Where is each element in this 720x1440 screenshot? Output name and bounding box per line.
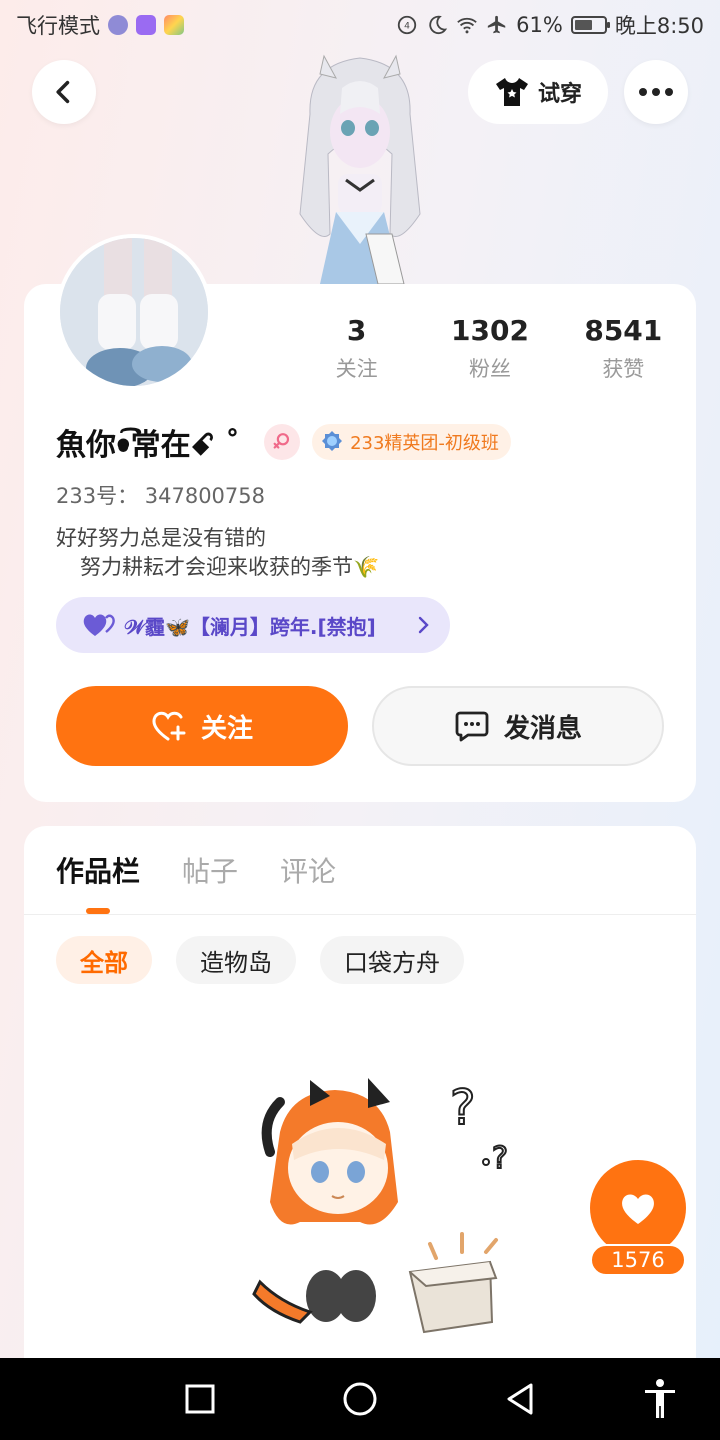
tab-comments[interactable]: 评论: [280, 826, 336, 914]
category-chips: 全部 造物岛 口袋方舟: [56, 936, 464, 984]
chevron-right-icon: [418, 616, 429, 634]
heart-icon: [622, 1194, 654, 1224]
empty-state-illustration: ? ?: [252, 1078, 509, 1334]
followers-count: 1302: [451, 314, 529, 347]
svg-text:?: ?: [450, 1080, 475, 1136]
send-message-button[interactable]: 发消息: [372, 686, 664, 766]
chat-app-icon: [136, 15, 156, 35]
stat-following[interactable]: 3 关注: [290, 314, 423, 383]
try-on-label: 试穿: [537, 82, 582, 107]
works-tabs: 作品栏 帖子 评论: [56, 826, 336, 914]
likes-received-label: 获赞: [602, 357, 645, 381]
accessibility-button[interactable]: [620, 1358, 700, 1440]
moon-icon: [429, 15, 448, 35]
try-on-button[interactable]: 试穿: [468, 60, 608, 124]
back-nav-button[interactable]: [480, 1358, 560, 1440]
battery-fill: [574, 20, 592, 30]
music-app-icon: [108, 15, 128, 35]
bio: 好好努力总是没有错的 努力耕耘才会迎来收获的季节🌾: [56, 524, 379, 582]
airplane-mode-label: 飞行模式: [16, 14, 100, 38]
more-dots-icon: [639, 88, 673, 96]
circle-icon: [343, 1382, 377, 1416]
medal-icon: [322, 431, 343, 451]
system-nav-bar: [0, 1358, 720, 1440]
bio-line-1: 好好努力总是没有错的: [56, 526, 266, 550]
heart-plus-icon: [152, 711, 186, 741]
double-heart-icon: [83, 614, 115, 636]
following-count: 3: [346, 314, 367, 347]
follow-label: 关注: [200, 713, 253, 744]
data-saver-icon: 4: [397, 15, 417, 35]
stat-followers[interactable]: 1302 粉丝: [423, 314, 556, 383]
chip-pocket-ark[interactable]: 口袋方舟: [320, 936, 464, 984]
gallery-app-icon: [164, 15, 184, 35]
battery-icon: [570, 16, 610, 34]
tab-works[interactable]: 作品栏: [56, 826, 140, 914]
chevron-left-icon: [56, 80, 70, 104]
bio-line-2: 努力耕耘才会迎来收获的季节🌾: [80, 555, 380, 579]
stats-row: 3 关注 1302 粉丝 8541 获赞: [290, 314, 690, 383]
chat-bubble-icon: [455, 711, 489, 742]
battery-percent: 61%: [516, 13, 563, 37]
likes-received-count: 8541: [584, 314, 663, 347]
status-bar: 飞行模式 4 61% 晚上8:50: [0, 0, 720, 50]
chip-creation-island[interactable]: 造物岛: [176, 936, 296, 984]
like-button[interactable]: [590, 1160, 686, 1256]
avatar[interactable]: [56, 234, 212, 390]
tab-divider: [24, 914, 696, 915]
level-badge-label: 233精英团-初级班: [350, 433, 499, 454]
svg-text:4: 4: [404, 21, 410, 32]
back-button[interactable]: [32, 60, 96, 124]
name-row: 魚你ꔷ⃘͡常在ꗃ ˚ 233精英团-初级班: [56, 420, 511, 464]
stat-likes[interactable]: 8541 获赞: [557, 314, 690, 383]
recents-button[interactable]: [160, 1358, 240, 1440]
follow-button[interactable]: 关注: [56, 686, 348, 766]
wifi-icon: [457, 17, 477, 34]
avatar-image: [60, 238, 208, 386]
level-badge[interactable]: 233精英团-初级班: [312, 424, 511, 460]
following-label: 关注: [335, 357, 378, 381]
airplane-icon: [487, 15, 506, 34]
like-count: 1576: [590, 1244, 686, 1276]
user-id[interactable]: 233号： 347800758: [56, 480, 265, 510]
relationship-pill[interactable]: 𝒲霾🦋【澜月】跨年.[禁抱]: [56, 597, 450, 653]
chip-all[interactable]: 全部: [56, 936, 152, 984]
svg-text:?: ?: [492, 1141, 508, 1176]
more-button[interactable]: [624, 60, 688, 124]
clock: 晚上8:50: [614, 14, 704, 38]
relationship-label: 𝒲霾🦋【澜月】跨年.[禁抱]: [124, 614, 376, 639]
nickname: 魚你ꔷ⃘͡常在ꗃ ˚: [56, 428, 241, 463]
female-icon: [264, 424, 301, 460]
accessibility-icon: [645, 1379, 675, 1418]
followers-label: 粉丝: [468, 357, 511, 381]
works-card: 作品栏 帖子 评论 全部 造物岛 口袋方舟 ? ?: [24, 826, 696, 1386]
tshirt-icon: [495, 78, 528, 106]
square-icon: [185, 1384, 215, 1414]
home-button[interactable]: [320, 1358, 400, 1440]
send-message-label: 发消息: [503, 713, 582, 744]
tab-posts[interactable]: 帖子: [182, 826, 238, 914]
character-avatar-3d[interactable]: [280, 44, 440, 286]
triangle-back-icon: [507, 1383, 533, 1415]
